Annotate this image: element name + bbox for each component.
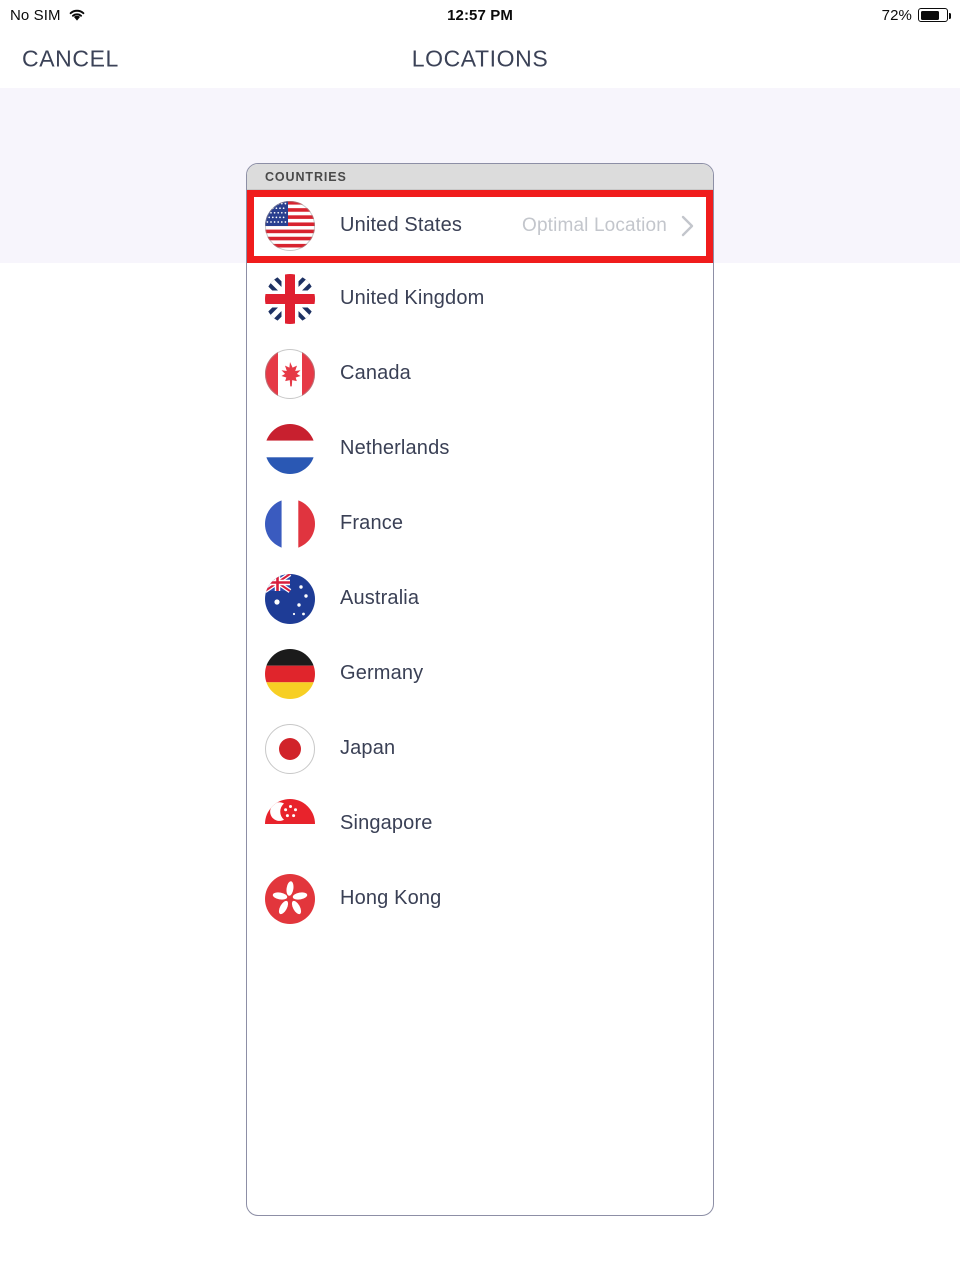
country-name-label: Japan — [340, 737, 396, 759]
flag-au-icon — [265, 573, 315, 624]
battery-icon — [918, 8, 952, 22]
flag-ca-icon — [265, 348, 315, 399]
country-row-netherlands[interactable]: Netherlands — [247, 411, 713, 486]
country-name-label: United Kingdom — [340, 287, 485, 309]
phone-screen: No SIM 12:57 PM 72% CANCEL LOCATIONS COU… — [0, 0, 960, 1280]
country-row-france[interactable]: France — [247, 486, 713, 561]
country-detail-label: Optimal Location — [522, 214, 667, 236]
flag-us-icon — [265, 200, 315, 251]
country-row-singapore[interactable]: Singapore — [247, 786, 713, 861]
navigation-bar: CANCEL LOCATIONS — [0, 30, 960, 88]
flag-hk-icon — [265, 873, 315, 924]
country-row-canada[interactable]: Canada — [247, 336, 713, 411]
flag-gb-icon — [265, 273, 315, 324]
flag-fr-icon — [265, 498, 315, 549]
country-name-label: Canada — [340, 362, 411, 384]
country-name-label: France — [340, 512, 404, 534]
status-bar: No SIM 12:57 PM 72% — [0, 0, 960, 30]
country-row-united-states[interactable]: United States Optimal Location — [247, 190, 713, 261]
section-header-label: COUNTRIES — [265, 169, 347, 184]
country-name-label: Netherlands — [340, 437, 450, 459]
flag-sg-icon — [265, 798, 315, 849]
country-row-united-kingdom[interactable]: United Kingdom — [247, 261, 713, 336]
country-row-japan[interactable]: Japan — [247, 711, 713, 786]
flag-jp-icon — [265, 723, 315, 774]
page-title: LOCATIONS — [411, 45, 549, 72]
country-name-label: Hong Kong — [340, 887, 442, 909]
status-bar-clock: 12:57 PM — [447, 6, 513, 24]
battery-percent-label: 72% — [881, 6, 912, 24]
status-bar-right: 72% — [881, 6, 952, 24]
chevron-right-icon[interactable] — [681, 215, 695, 237]
country-list: United States Optimal Location United King… — [247, 190, 713, 936]
country-row-hong-kong[interactable]: Hong Kong — [247, 861, 713, 936]
country-name-label: United States — [340, 214, 463, 236]
country-row-australia[interactable]: Australia — [247, 561, 713, 636]
country-name-label: Singapore — [340, 812, 433, 834]
countries-panel: COUNTRIES United States Optimal Location U… — [246, 163, 714, 1216]
country-name-label: Australia — [340, 587, 420, 609]
country-name-label: Germany — [340, 662, 424, 684]
countries-section-header: COUNTRIES — [247, 164, 713, 190]
flag-de-icon — [265, 648, 315, 699]
flag-nl-icon — [265, 423, 315, 474]
country-row-germany[interactable]: Germany — [247, 636, 713, 711]
